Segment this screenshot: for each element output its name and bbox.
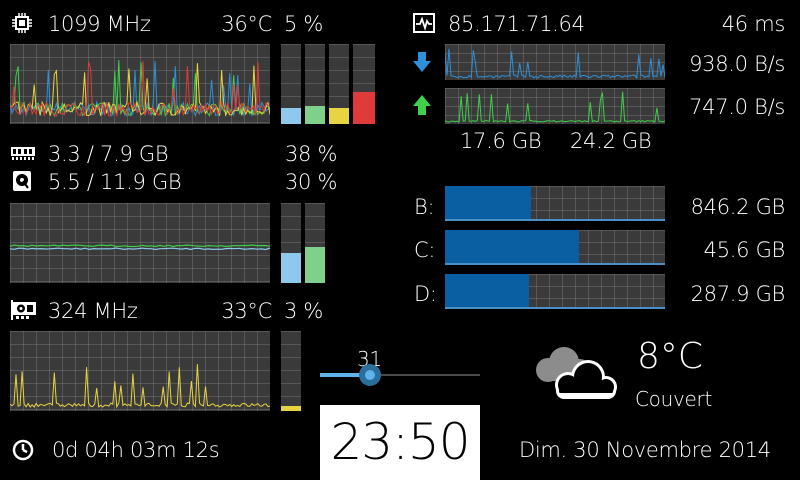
clock-time: 23:50 [320, 405, 480, 480]
ram-percent: 38 % [285, 142, 338, 166]
swap-percent: 30 % [285, 170, 338, 194]
swap-usage-value: 5.5 / 11.9 GB [48, 170, 182, 194]
ip-address: 85.171.71.64 [448, 12, 585, 36]
disk-c-bar [445, 230, 665, 265]
disk-d-used [445, 274, 529, 307]
disk-d-baseline [445, 307, 665, 309]
volume-slider-thumb[interactable] [358, 364, 381, 386]
total-downloaded: 17.6 GB [460, 129, 542, 153]
ping-value: 46 ms [721, 12, 786, 36]
cpu-core-3-bar [329, 44, 349, 124]
cpu-core-3-fill [329, 108, 349, 124]
weather-temperature: 8°C [637, 336, 704, 377]
disk-b-free: 846.2 GB [690, 195, 786, 219]
cloudy-weather-icon [530, 345, 622, 405]
disk-b-used [445, 186, 531, 219]
download-trace [445, 48, 665, 80]
gpu-temperature: 33°C [221, 299, 272, 323]
cpu-core-4-fill [353, 92, 375, 124]
cpu-core-4-bar [353, 44, 375, 124]
ram-icon [11, 145, 35, 161]
ram-usage-value: 3.3 / 7.9 GB [48, 142, 169, 166]
ram-trace [10, 247, 270, 251]
disk-b-baseline [445, 219, 665, 221]
cpu-frequency: 1099 MHz [48, 12, 151, 36]
cpu-usage: 5 % [284, 12, 324, 36]
cpu-temperature: 36°C [221, 12, 272, 36]
upload-rate: 747.0 B/s [689, 95, 785, 119]
disk-d-bar [445, 274, 665, 309]
ram-bar-fill [281, 252, 301, 283]
gpu-graph [10, 331, 270, 411]
ram-bar [281, 203, 301, 283]
volume-slider-thumb-core [364, 370, 375, 380]
disk-b-label: B: [414, 195, 435, 219]
cpu-core-1-fill [281, 108, 301, 124]
swap-bar [305, 203, 325, 283]
arrow-down-icon [413, 52, 431, 72]
disk-icon [12, 170, 32, 192]
download-rate: 938.0 B/s [689, 52, 785, 76]
disk-c-used [445, 230, 580, 263]
cpu-core-2-fill [305, 106, 325, 124]
disk-c-free: 45.6 GB [703, 238, 786, 262]
weather-condition: Couvert [635, 387, 712, 411]
gpu-bar [281, 331, 301, 411]
pulse-icon [413, 13, 435, 33]
total-uploaded: 24.2 GB [570, 129, 652, 153]
disk-d-label: D: [414, 282, 437, 306]
gpu-card-icon [11, 300, 37, 320]
disk-b-bar [445, 186, 665, 221]
disk-c-label: C: [414, 238, 436, 262]
date-text: Dim. 30 Novembre 2014 [519, 438, 771, 462]
gpu-frequency: 324 MHz [48, 299, 138, 323]
cpu-core-2-bar [305, 44, 325, 124]
clock-icon [12, 439, 34, 461]
gpu-usage: 3 % [284, 299, 324, 323]
upload-trace [445, 91, 665, 123]
uptime-value: 0d 04h 03m 12s [52, 438, 220, 462]
disk-c-baseline [445, 263, 665, 265]
upload-graph [445, 88, 665, 124]
gpu-bar-fill [281, 406, 301, 411]
cpu-chip-icon [12, 13, 32, 33]
download-graph [445, 44, 665, 80]
swap-trace [10, 244, 270, 248]
cpu-graph [10, 44, 270, 124]
disk-d-free: 287.9 GB [690, 282, 786, 306]
swap-bar-fill [305, 247, 325, 283]
memory-graph [10, 203, 270, 283]
arrow-up-icon [413, 95, 431, 115]
cpu-core-1-bar [281, 44, 301, 124]
gpu-trace [10, 364, 270, 409]
